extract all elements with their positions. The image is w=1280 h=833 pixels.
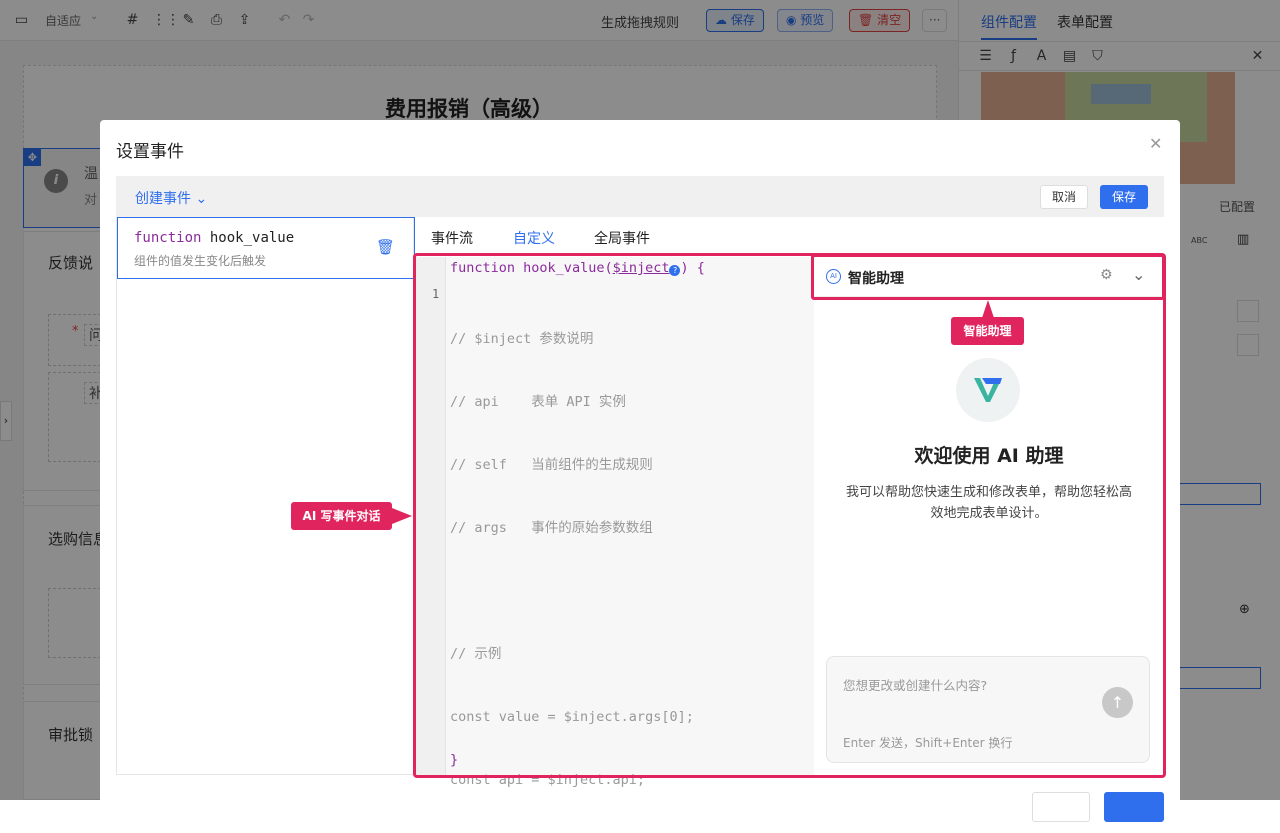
ai-event-callout: AI 写事件对话 — [291, 502, 392, 530]
trash-icon[interactable]: 🗑 — [376, 238, 395, 256]
close-icon[interactable]: ✕ — [1149, 134, 1162, 153]
tab-event-flow[interactable]: 事件流 — [431, 228, 473, 248]
cancel-button[interactable]: 取消 — [1040, 185, 1088, 209]
create-event-button[interactable]: 创建事件 ⌄ — [135, 188, 207, 208]
event-signature: function hook_value — [134, 230, 295, 246]
event-item[interactable]: function hook_value 组件的值发生变化后触发 🗑 — [117, 217, 415, 279]
tab-custom[interactable]: 自定义 — [513, 228, 555, 248]
chevron-down-icon: ⌄ — [195, 191, 208, 207]
assistant-header-highlight — [811, 254, 1165, 300]
event-desc: 组件的值发生变化后触发 — [134, 254, 267, 268]
modal-title: 设置事件 — [116, 142, 184, 162]
tab-global-event[interactable]: 全局事件 — [594, 228, 650, 248]
ai-event-highlight — [413, 253, 1166, 778]
event-list: function hook_value 组件的值发生变化后触发 🗑 — [116, 217, 415, 775]
create-event-label: 创建事件 — [135, 191, 191, 207]
modal-header-bar: 创建事件 ⌄ 取消 保存 — [116, 176, 1164, 217]
footer-confirm-button[interactable] — [1104, 792, 1164, 822]
callout-arrow-right — [392, 508, 412, 524]
footer-cancel-button[interactable] — [1032, 792, 1090, 822]
assistant-callout: 智能助理 — [951, 317, 1024, 345]
callout-arrow-up — [982, 300, 994, 318]
save-button[interactable]: 保存 — [1100, 185, 1148, 209]
